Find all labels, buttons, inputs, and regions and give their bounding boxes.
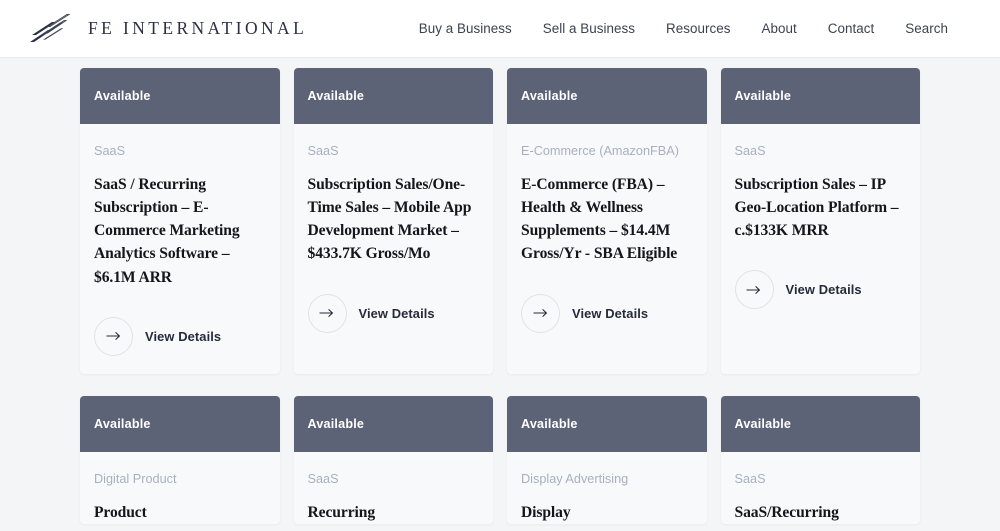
listing-card[interactable]: Available SaaS Recurring (293, 395, 494, 524)
listing-category: SaaS (734, 144, 766, 158)
view-details-button[interactable]: View Details (521, 293, 693, 333)
arrow-right-icon (307, 293, 347, 333)
listing-category: SaaS (307, 471, 339, 486)
listing-title: Recurring (307, 503, 376, 521)
listing-card-body: SaaS Recurring (294, 452, 494, 524)
view-details-label: View Details (145, 328, 222, 344)
listing-card-body: SaaS Subscription Sales/One-Time Sales –… (294, 124, 494, 374)
status-badge: Available (507, 395, 707, 452)
listing-title: Subscription Sales/One-Time Sales – Mobi… (307, 176, 472, 263)
listing-card[interactable]: Available SaaS Subscription Sales – IP G… (720, 68, 921, 374)
listing-card[interactable]: Available SaaS Subscription Sales/One-Ti… (293, 68, 494, 374)
arrow-right-icon (734, 270, 774, 310)
brand-logo-link[interactable]: FE INTERNATIONAL (28, 12, 307, 46)
arrow-right-icon (94, 316, 133, 356)
status-badge: Available (80, 68, 280, 124)
listing-card-body: SaaS SaaS/Recurring (721, 452, 921, 524)
nav-item-buy-a-business[interactable]: Buy a Business (419, 21, 512, 36)
main-navigation: Buy a Business Sell a Business Resources… (419, 21, 948, 36)
listing-card-body: E-Commerce (AmazonFBA) E-Commerce (FBA) … (507, 124, 707, 374)
listing-card[interactable]: Available E-Commerce (AmazonFBA) E-Comme… (507, 68, 707, 374)
view-details-label: View Details (358, 305, 435, 321)
site-header: FE INTERNATIONAL Buy a Business Sell a B… (0, 0, 1000, 58)
listing-card-body: SaaS SaaS / Recurring Subscription – E-C… (80, 124, 280, 374)
listings-grid: Available SaaS SaaS / Recurring Subscrip… (0, 58, 1000, 524)
listing-card-body: Digital Product Product (80, 452, 280, 524)
listing-card-body: SaaS Subscription Sales – IP Geo-Locatio… (721, 124, 921, 374)
listing-category: SaaS (307, 144, 339, 158)
listing-title: Display (521, 503, 571, 521)
nav-item-about[interactable]: About (762, 21, 797, 36)
arrow-right-icon (521, 293, 560, 333)
nav-item-sell-a-business[interactable]: Sell a Business (543, 21, 635, 36)
nav-item-resources[interactable]: Resources (666, 21, 730, 36)
status-badge: Available (80, 395, 280, 452)
status-badge: Available (293, 68, 493, 124)
listing-title: E-Commerce (FBA) – Health & Wellness Sup… (521, 176, 678, 263)
listing-category: SaaS (734, 471, 766, 486)
listing-card[interactable]: Available SaaS SaaS / Recurring Subscrip… (80, 68, 280, 374)
listing-category: Display Advertising (521, 471, 629, 486)
status-badge: Available (720, 68, 920, 124)
brand-name: FE INTERNATIONAL (88, 18, 308, 38)
diagonal-slashes-logo-icon (30, 13, 71, 42)
nav-item-search[interactable]: Search (905, 21, 948, 36)
view-details-label: View Details (785, 282, 862, 298)
view-details-button[interactable]: View Details (94, 316, 266, 356)
view-details-label: View Details (572, 305, 649, 321)
listing-card[interactable]: Available Digital Product Product (80, 395, 280, 524)
listing-card[interactable]: Available SaaS SaaS/Recurring (720, 395, 921, 524)
view-details-button[interactable]: View Details (307, 293, 480, 333)
listing-card[interactable]: Available Display Advertising Display (507, 395, 707, 524)
listing-category: Digital Product (94, 471, 177, 486)
status-badge: Available (507, 68, 707, 124)
view-details-button[interactable]: View Details (734, 270, 907, 310)
listing-title: SaaS/Recurring (734, 503, 839, 521)
listing-category: E-Commerce (AmazonFBA) (521, 144, 679, 158)
status-badge: Available (720, 395, 920, 452)
status-badge: Available (293, 395, 493, 452)
listing-category: SaaS (94, 144, 126, 158)
listing-title: SaaS / Recurring Subscription – E-Commer… (94, 176, 240, 286)
listing-title: Product (94, 503, 147, 521)
listing-title: Subscription Sales – IP Geo-Location Pla… (734, 176, 899, 240)
listing-card-body: Display Advertising Display (507, 452, 707, 524)
nav-item-contact[interactable]: Contact (828, 21, 875, 36)
